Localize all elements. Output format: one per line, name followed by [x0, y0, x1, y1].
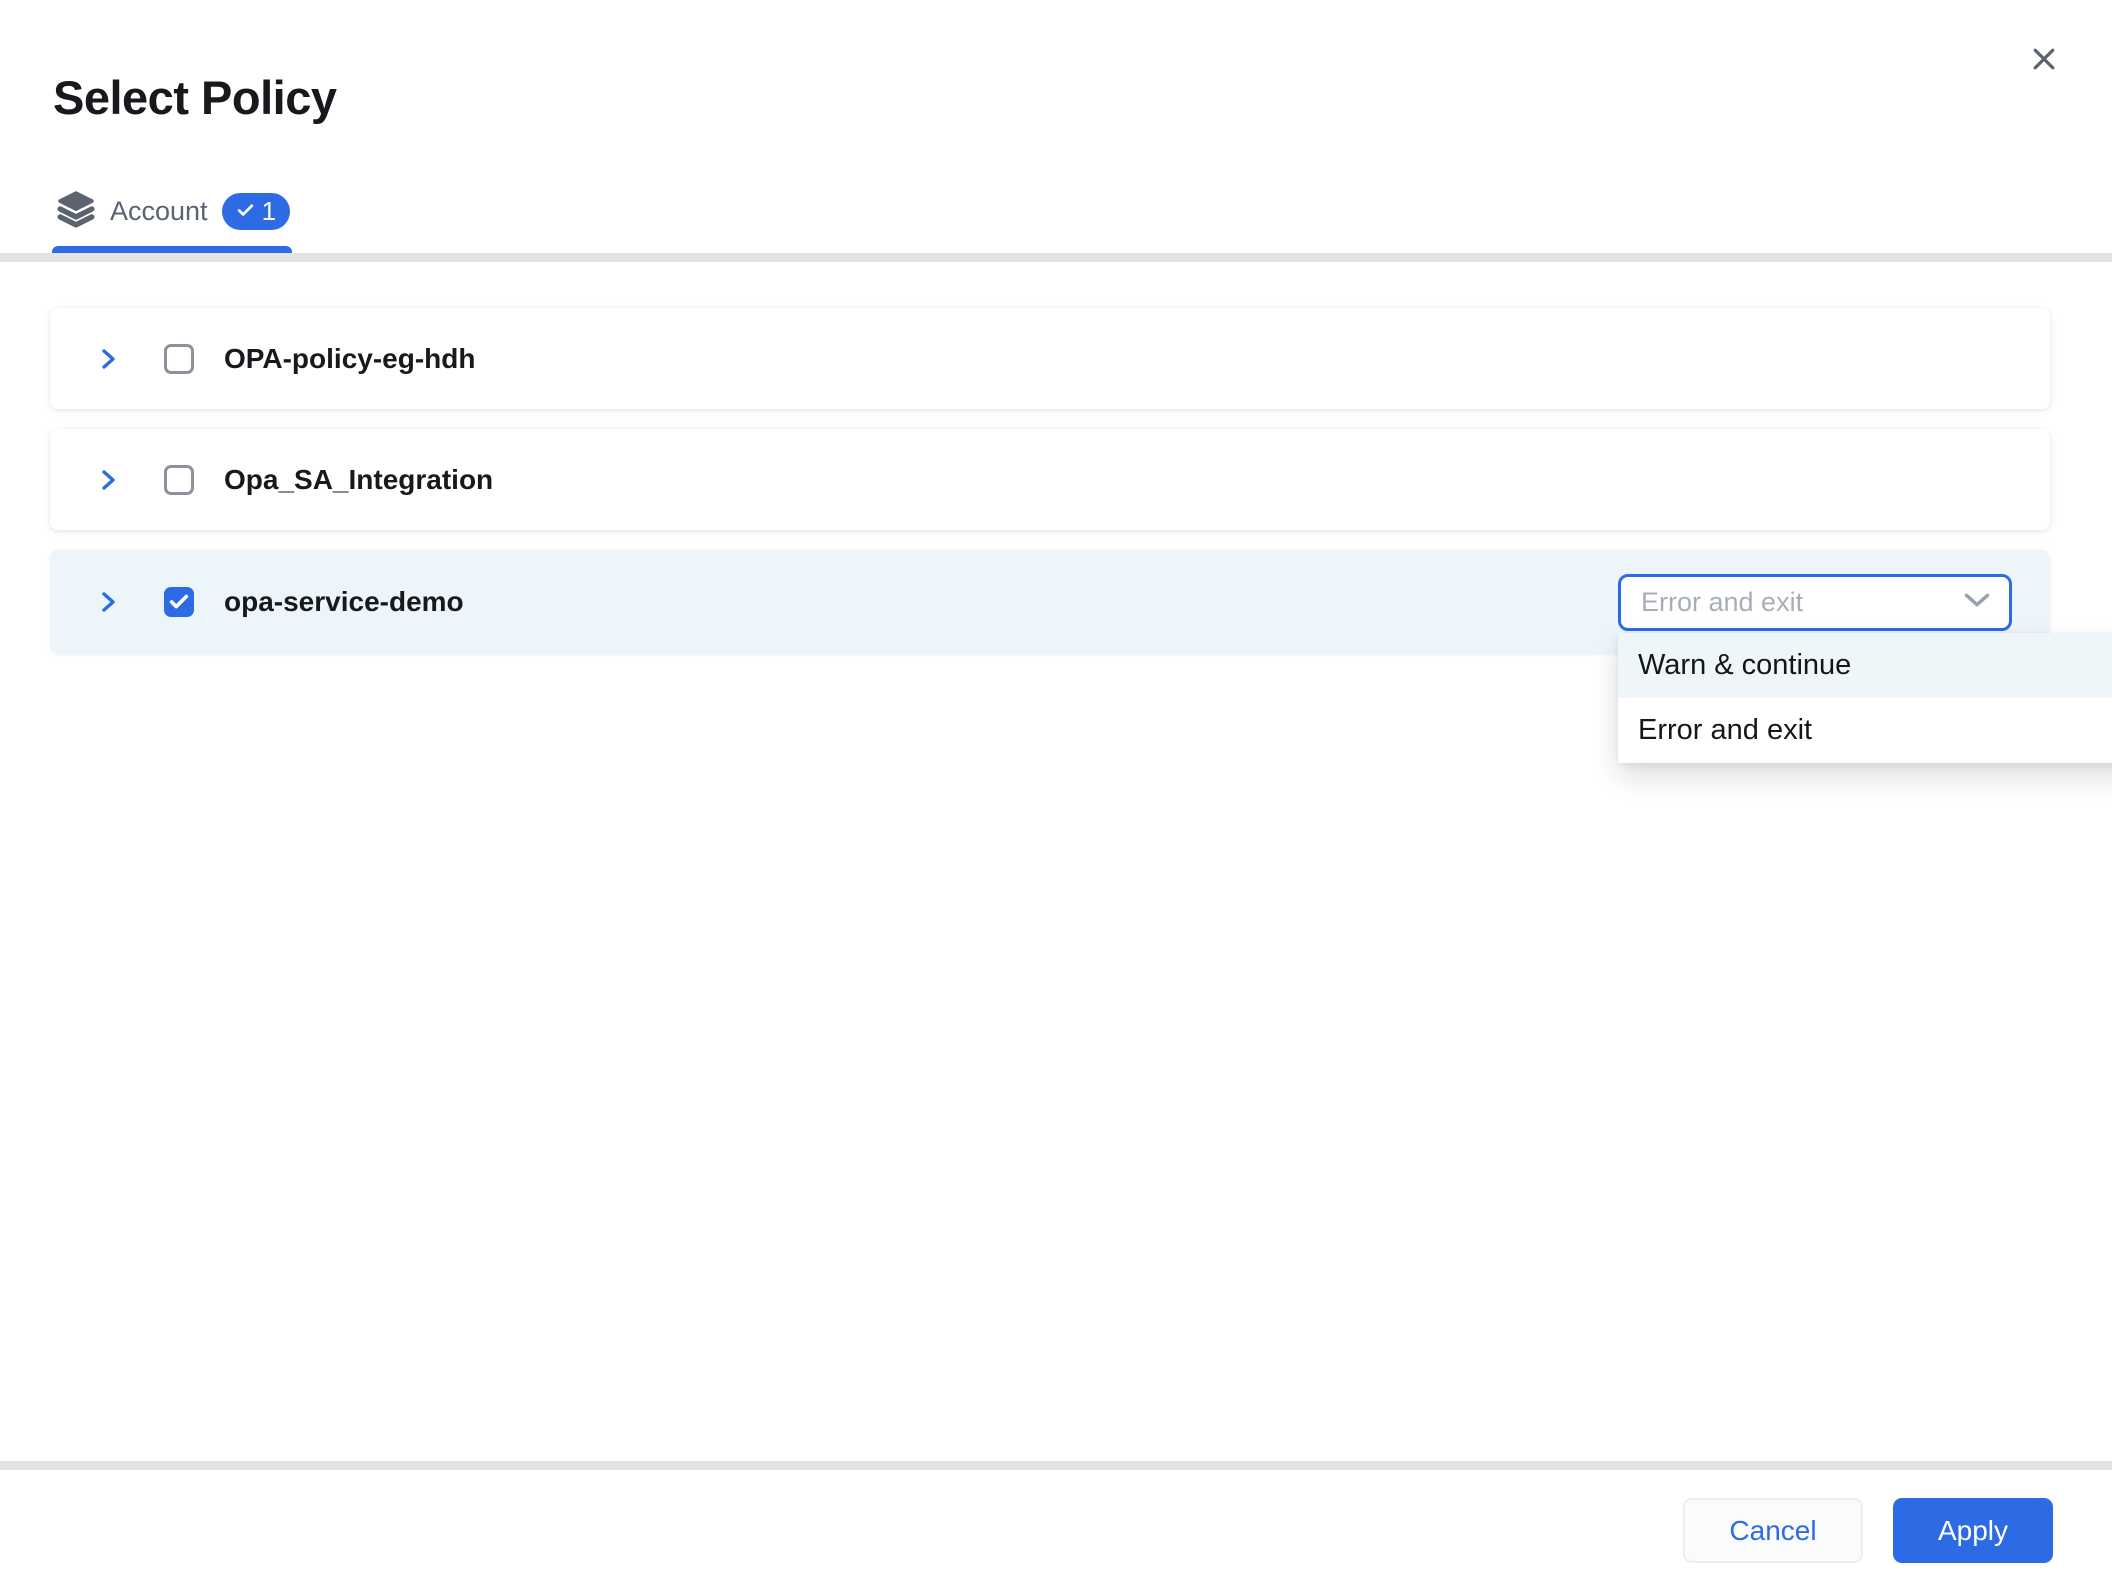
policy-checkbox-checked[interactable] [164, 587, 194, 617]
cancel-button[interactable]: Cancel [1683, 1498, 1863, 1563]
expand-chevron-icon[interactable] [96, 587, 122, 617]
page-title: Select Policy [53, 70, 337, 125]
action-select[interactable]: Error and exit [1618, 574, 2012, 631]
policy-checkbox[interactable] [164, 344, 194, 374]
header-divider [0, 253, 2112, 262]
expand-chevron-icon[interactable] [96, 344, 122, 374]
apply-button[interactable]: Apply [1893, 1498, 2053, 1563]
tab-account[interactable]: Account 1 [56, 190, 290, 233]
action-dropdown-menu: Warn & continue Error and exit [1618, 633, 2112, 763]
footer-divider [0, 1461, 2112, 1470]
policy-list: OPA-policy-eg-hdh Opa_SA_Integration [50, 308, 2050, 674]
action-select-value: Error and exit [1641, 587, 1803, 618]
close-icon [2029, 44, 2059, 77]
policy-name: Opa_SA_Integration [224, 464, 493, 496]
tab-account-label: Account [110, 196, 208, 227]
close-button[interactable] [2026, 42, 2062, 78]
policy-row: Opa_SA_Integration [50, 429, 2050, 530]
expand-chevron-icon[interactable] [96, 465, 122, 495]
policy-row: OPA-policy-eg-hdh [50, 308, 2050, 409]
policy-checkbox[interactable] [164, 465, 194, 495]
selected-count-badge: 1 [222, 193, 290, 230]
select-policy-modal: Select Policy Account 1 [0, 0, 2112, 1580]
chevron-down-icon [1963, 591, 1991, 614]
menu-item-warn-continue[interactable]: Warn & continue [1618, 633, 2112, 698]
policy-name: OPA-policy-eg-hdh [224, 343, 475, 375]
layers-icon [56, 190, 96, 233]
menu-item-error-exit[interactable]: Error and exit [1618, 698, 2112, 763]
policy-name: opa-service-demo [224, 586, 464, 618]
badge-count: 1 [262, 196, 276, 227]
check-icon [236, 196, 255, 227]
